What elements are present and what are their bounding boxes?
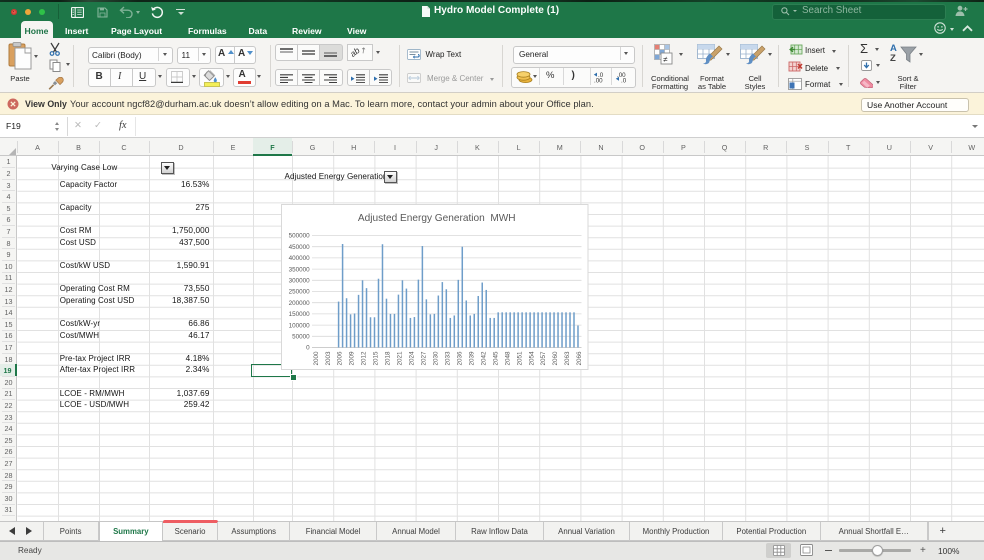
svg-text:300000: 300000: [289, 277, 311, 284]
svg-text:.0: .0: [621, 77, 627, 83]
svg-text:2021: 2021: [397, 351, 404, 366]
svg-text:Adjusted Energy Generation MW: Adjusted Energy Generation MWH: [358, 213, 516, 224]
svg-text:2048: 2048: [504, 351, 511, 366]
svg-text:100000: 100000: [289, 322, 311, 329]
svg-text:2024: 2024: [409, 351, 416, 366]
svg-text:150000: 150000: [289, 311, 311, 318]
svg-text:2066: 2066: [576, 351, 583, 366]
svg-text:0: 0: [306, 344, 310, 351]
svg-text:450000: 450000: [289, 243, 311, 250]
svg-text:200000: 200000: [289, 299, 311, 306]
svg-text:2030: 2030: [433, 351, 440, 366]
svg-text:2006: 2006: [337, 351, 344, 366]
svg-text:400000: 400000: [289, 255, 311, 262]
svg-text:2003: 2003: [325, 351, 332, 366]
svg-text:2033: 2033: [444, 351, 451, 366]
svg-text:.00: .00: [594, 77, 603, 83]
svg-text:2027: 2027: [421, 351, 428, 366]
svg-text:2015: 2015: [373, 351, 380, 366]
svg-text:500000: 500000: [289, 232, 311, 239]
svg-text:350000: 350000: [289, 266, 311, 273]
svg-text:2054: 2054: [528, 351, 535, 366]
svg-text:2039: 2039: [468, 351, 475, 366]
svg-text:2009: 2009: [349, 351, 356, 366]
svg-text:2018: 2018: [385, 351, 392, 366]
svg-text:2045: 2045: [492, 351, 499, 366]
svg-text:2000: 2000: [313, 351, 320, 366]
svg-text:2060: 2060: [552, 351, 559, 366]
svg-text:2057: 2057: [540, 351, 547, 366]
svg-text:2051: 2051: [516, 351, 523, 366]
svg-text:2012: 2012: [361, 351, 368, 366]
svg-text:2036: 2036: [456, 351, 463, 366]
svg-text:≠: ≠: [663, 55, 668, 64]
svg-text:2042: 2042: [480, 351, 487, 366]
svg-text:250000: 250000: [289, 288, 311, 295]
svg-text:50000: 50000: [292, 333, 310, 340]
svg-text:2063: 2063: [564, 351, 571, 366]
